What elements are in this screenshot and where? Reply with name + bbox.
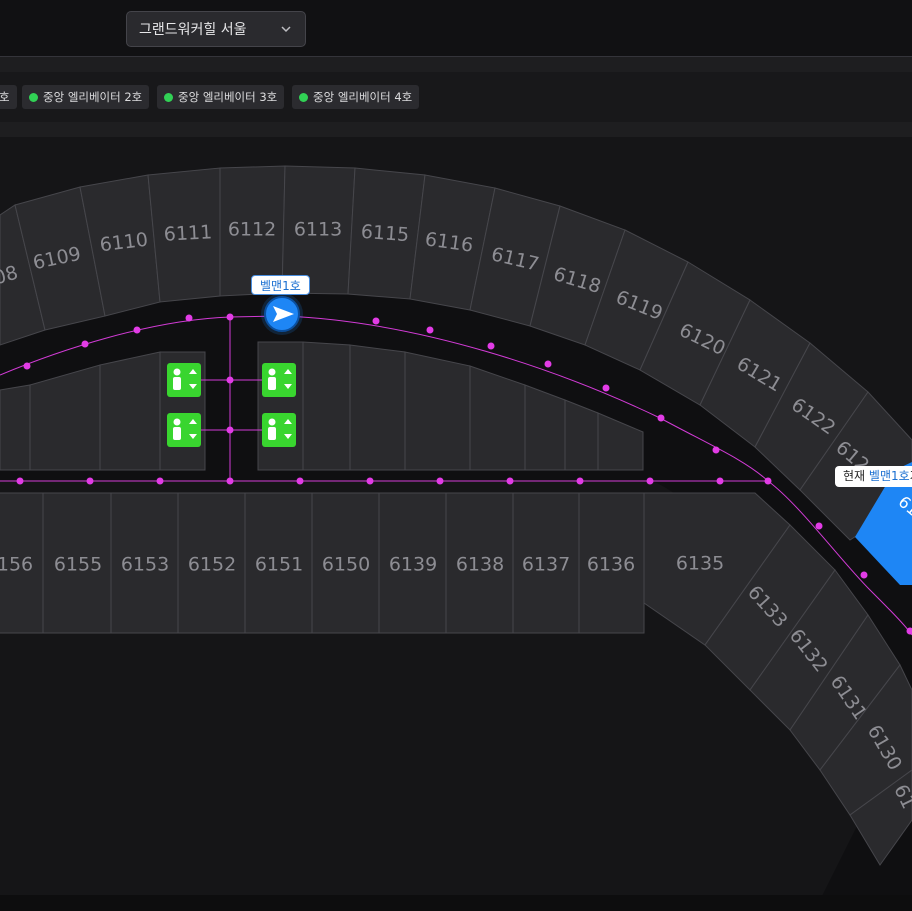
room-cell[interactable]: [349, 344, 406, 471]
room-number: 6113: [294, 219, 342, 241]
elevator-person-icon[interactable]: [262, 413, 296, 447]
chip-label: 중앙 엘리베이터 3호: [178, 90, 278, 104]
chip-label: 중앙 엘리베이터 2호: [43, 90, 143, 104]
tooltip-prefix: 현재: [843, 469, 866, 483]
room-cell[interactable]: [0, 384, 31, 471]
room-number: 6115: [360, 221, 410, 246]
bellman-label-text: 벨맨1호: [260, 279, 301, 293]
room-number: 6136: [587, 554, 635, 576]
bottom-bar: [0, 895, 912, 911]
room-cell[interactable]: [302, 341, 351, 471]
status-dot-icon: [299, 92, 308, 102]
chip-label: 호: [0, 90, 10, 104]
room-cell[interactable]: [524, 384, 566, 471]
top-bar: 그랜드워커힐 서울: [0, 0, 912, 57]
room-number: 6135: [676, 553, 724, 575]
current-location-tooltip: 현재 벨맨1호가: [835, 466, 912, 487]
chevron-down-icon: [281, 26, 291, 33]
room-number: 6152: [188, 554, 236, 576]
elevator-person-icon[interactable]: [167, 413, 201, 447]
status-dot-icon: [164, 92, 173, 102]
room-number: 6137: [522, 554, 570, 576]
room-number: 6112: [228, 219, 276, 241]
hotel-select[interactable]: 그랜드워커힐 서울: [126, 11, 306, 47]
elevator-chip-3[interactable]: 중앙 엘리베이터 3호: [157, 85, 285, 109]
room-cell[interactable]: [257, 341, 304, 471]
status-dot-icon: [29, 92, 38, 102]
elevator-chip-1[interactable]: 호: [0, 85, 17, 109]
elevator-chip-4[interactable]: 중앙 엘리베이터 4호: [292, 85, 420, 109]
elevator-chip-2[interactable]: 중앙 엘리베이터 2호: [22, 85, 150, 109]
room-number: 6155: [54, 554, 102, 576]
room-cell[interactable]: [99, 351, 161, 471]
elevator-person-icon[interactable]: [167, 363, 201, 397]
elevator-person-icon[interactable]: [262, 363, 296, 397]
hotel-select-value: 그랜드워커힐 서울: [139, 22, 247, 38]
floor-map-canvas: 08 6109 6110 6111 6112 6113 6115 6116 61…: [0, 165, 912, 895]
room-number: 156: [0, 554, 33, 576]
tooltip-name: 벨맨1호: [868, 469, 910, 483]
chip-label: 중앙 엘리베이터 4호: [313, 90, 413, 104]
bellman-label: 벨맨1호: [251, 275, 310, 295]
room-number: 6111: [163, 221, 212, 246]
room-cell[interactable]: [404, 351, 471, 471]
room-number: 6150: [322, 554, 370, 576]
elevator-filter-bar: 호 중앙 엘리베이터 2호 중앙 엘리베이터 3호 중앙 엘리베이터 4호: [0, 72, 912, 122]
room-number: 6153: [121, 554, 169, 576]
room-number: 6151: [255, 554, 303, 576]
room-number: 6139: [389, 554, 437, 576]
floor-map[interactable]: 08 6109 6110 6111 6112 6113 6115 6116 61…: [0, 137, 912, 895]
room-number: 6138: [456, 554, 504, 576]
bellman-robot-marker[interactable]: [261, 293, 303, 335]
